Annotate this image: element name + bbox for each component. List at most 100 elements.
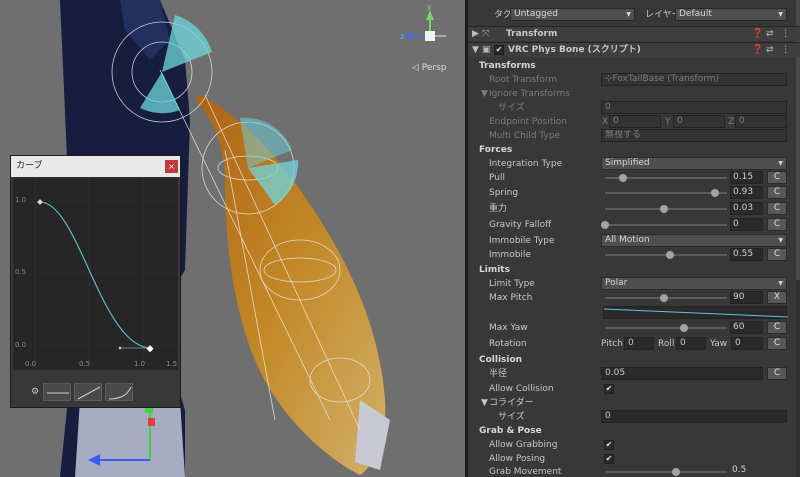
max-yaw-slider-handle[interactable] — [680, 324, 689, 332]
kebab-menu-icon[interactable]: ⋮ — [781, 43, 790, 58]
gravity-label: 重力 — [489, 204, 508, 214]
limit-type-dropdown[interactable]: Polar ▼ — [601, 277, 787, 290]
spring-value[interactable]: 0.93 — [730, 186, 763, 199]
perspective-toggle[interactable]: ◁ Persp — [412, 63, 447, 73]
max-yaw-slider[interactable] — [605, 327, 727, 329]
help-icon[interactable]: ❓ — [752, 27, 763, 42]
immobile-value[interactable]: 0.55 — [730, 248, 763, 261]
close-icon[interactable]: × — [165, 160, 178, 173]
pull-slider-handle[interactable] — [618, 174, 627, 182]
endpoint-z-field[interactable]: 0 — [735, 115, 787, 128]
endpoint-y-label: Y — [665, 117, 671, 127]
presets-icon[interactable]: ⇄ — [766, 43, 774, 58]
pull-curve-button[interactable]: C — [767, 171, 787, 184]
help-icon[interactable]: ❓ — [752, 43, 763, 58]
rotation-pitch-field[interactable]: 0 — [624, 337, 654, 350]
chevron-down-icon: ▼ — [626, 11, 631, 18]
rotation-yaw-field[interactable]: 0 — [731, 337, 763, 350]
colliders-size-row: サイズ 0 — [468, 410, 800, 424]
foldout-arrow-icon[interactable]: ▼ — [472, 43, 479, 58]
physbone-component-header[interactable]: ▼ ▣ ✔ VRC Phys Bone (スクリプト) ❓ ⇄ ⋮ — [468, 42, 800, 57]
foldout-arrow-icon[interactable]: ▼ — [481, 87, 488, 101]
gravity-falloff-slider[interactable] — [605, 224, 727, 226]
component-enabled-checkbox[interactable]: ✔ — [494, 45, 504, 55]
allow-grabbing-checkbox[interactable]: ✔ — [604, 440, 614, 450]
preset-ease-button[interactable] — [105, 383, 133, 401]
section-limits: Limits — [479, 265, 510, 275]
ignore-size-label: サイズ — [498, 103, 525, 113]
endpoint-x-field[interactable]: 0 — [609, 115, 661, 128]
immobile-slider-handle[interactable] — [665, 251, 674, 259]
grab-movement-slider-handle[interactable] — [672, 468, 680, 476]
section-transforms: Transforms — [479, 61, 536, 71]
curve-svg[interactable] — [13, 178, 178, 370]
layer-dropdown[interactable]: Default ▼ — [675, 8, 787, 21]
spring-slider-handle[interactable] — [710, 189, 719, 197]
root-transform-label: Root Transform — [489, 75, 558, 85]
limit-type-value: Polar — [605, 278, 628, 288]
presets-icon[interactable]: ⇄ — [766, 27, 774, 42]
spring-slider[interactable] — [605, 192, 727, 194]
fox-tail — [195, 95, 386, 475]
curve-window-titlebar[interactable]: カーブ × — [11, 156, 180, 177]
gravity-slider-handle[interactable] — [660, 205, 668, 213]
allow-collision-checkbox[interactable]: ✔ — [604, 384, 614, 394]
curve-plot-area[interactable]: 1.0 0.5 0.0 0.0 0.5 1.0 1.5 — [13, 178, 178, 370]
colliders-size-field[interactable]: 0 — [601, 410, 787, 423]
immobile-curve-button[interactable]: C — [767, 248, 787, 261]
max-pitch-value[interactable]: 90 — [730, 291, 763, 304]
ignore-size-row: サイズ 0 — [468, 101, 800, 115]
multi-child-dropdown[interactable]: 無視する — [601, 129, 787, 142]
allow-posing-checkbox[interactable]: ✔ — [604, 454, 614, 464]
max-yaw-value[interactable]: 60 — [730, 321, 763, 334]
gravity-curve-button[interactable]: C — [767, 202, 787, 215]
spring-curve-button[interactable]: C — [767, 186, 787, 199]
ignore-size-field[interactable]: 0 — [601, 101, 787, 114]
immobile-label: Immobile — [489, 250, 531, 260]
immobile-type-dropdown[interactable]: All Motion ▼ — [601, 234, 787, 247]
radius-field[interactable]: 0.05 — [601, 367, 763, 380]
max-yaw-curve-button[interactable]: C — [767, 321, 787, 334]
allow-collision-label: Allow Collision — [489, 384, 554, 394]
radius-curve-button[interactable]: C — [767, 367, 787, 380]
tag-dropdown[interactable]: Untagged ▼ — [510, 8, 635, 21]
rotation-roll-field[interactable]: 0 — [676, 337, 706, 350]
foldout-arrow-icon[interactable]: ▶ — [472, 27, 479, 42]
max-pitch-clear-button[interactable]: X — [767, 291, 787, 304]
transform-icon: ⤧ — [482, 29, 490, 39]
root-transform-field[interactable]: ⊹FoxTailBase (Transform) — [601, 73, 787, 86]
allow-collision-row: Allow Collision ✔ — [468, 382, 800, 396]
kebab-menu-icon[interactable]: ⋮ — [781, 27, 790, 42]
limit-type-label: Limit Type — [489, 279, 535, 289]
spring-label: Spring — [489, 188, 519, 198]
pull-label: Pull — [489, 173, 505, 183]
endpoint-y-field[interactable]: 0 — [673, 115, 725, 128]
rotation-curve-button[interactable]: C — [767, 337, 787, 350]
ignore-transforms-row: ▼ Ignore Transforms — [468, 87, 800, 101]
gravity-falloff-value[interactable]: 0 — [730, 218, 763, 231]
max-pitch-slider-handle[interactable] — [660, 294, 668, 302]
ignore-transforms-label: Ignore Transforms — [489, 89, 570, 99]
max-pitch-curve-preview[interactable] — [603, 306, 789, 319]
pull-value[interactable]: 0.15 — [730, 171, 763, 184]
allow-posing-label: Allow Posing — [489, 454, 546, 464]
gravity-falloff-curve-button[interactable]: C — [767, 218, 787, 231]
preset-linear-button[interactable] — [74, 383, 102, 401]
foldout-arrow-icon[interactable]: ▼ — [481, 396, 488, 410]
endpoint-z-label: Z — [728, 117, 735, 127]
gravity-falloff-slider-handle[interactable] — [601, 221, 609, 229]
rotation-pitch-label: Pitch — [601, 339, 623, 349]
preset-flat-button[interactable] — [43, 383, 71, 401]
transform-component-header[interactable]: ▶ ⤧ Transform ❓ ⇄ ⋮ — [468, 26, 800, 41]
gravity-value[interactable]: 0.03 — [730, 202, 763, 215]
curve-presets-bar: ⚙ — [11, 376, 180, 407]
integration-dropdown[interactable]: Simplified ▼ — [601, 157, 787, 170]
curve-editor-window[interactable]: カーブ × 1.0 0.5 0.0 0.0 0.5 1.0 1.5 ⚙ — [10, 155, 181, 408]
grab-movement-value[interactable]: 0.5 — [730, 465, 763, 477]
grab-movement-slider[interactable] — [605, 471, 727, 473]
curve-y-tick: 1.0 — [15, 196, 27, 204]
gear-icon[interactable]: ⚙ — [31, 387, 39, 397]
tag-value: Untagged — [514, 9, 559, 19]
curve-x-tick: 0.0 — [25, 360, 37, 368]
radius-row: 半径 0.05 C — [468, 367, 800, 381]
